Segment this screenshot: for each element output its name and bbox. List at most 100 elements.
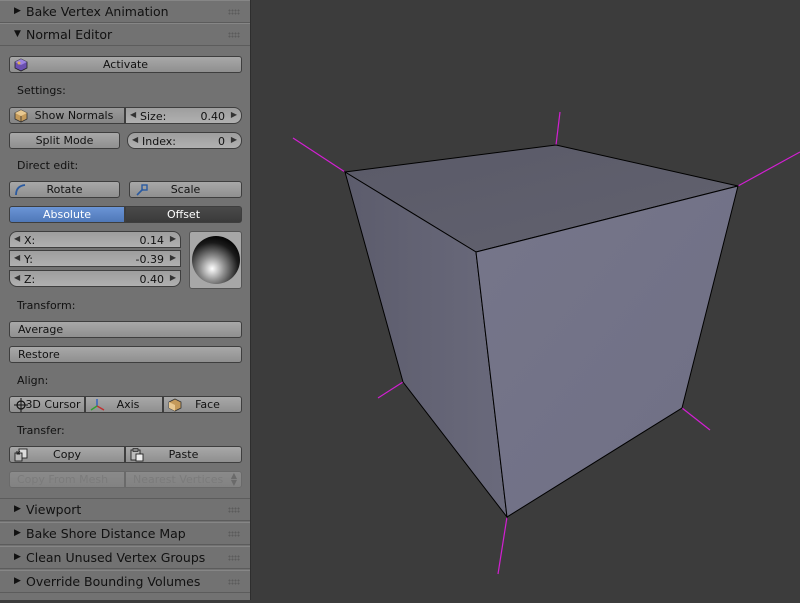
vector-x-field[interactable]: ◀ X: 0.14 ▶	[9, 231, 181, 248]
rotate-button[interactable]: Rotate	[9, 181, 120, 198]
align-axis-button[interactable]: Axis	[85, 396, 163, 413]
increment-arrow-icon[interactable]: ▶	[170, 273, 176, 282]
paste-label: Paste	[168, 448, 199, 461]
size-label: Size:	[140, 110, 167, 123]
copy-label: Copy	[53, 448, 81, 461]
drag-grip-icon[interactable]	[228, 507, 240, 513]
transfer-mode-value: Nearest Vertices	[133, 473, 224, 486]
panel-title: Override Bounding Volumes	[26, 574, 201, 589]
dropdown-updown-icon: ▲ ▼	[230, 471, 237, 487]
normal-line	[292, 137, 346, 173]
decrement-arrow-icon[interactable]: ◀	[14, 253, 20, 262]
panel-title: Clean Unused Vertex Groups	[26, 550, 206, 565]
axis-icon	[90, 398, 105, 412]
normal-line	[555, 111, 561, 146]
rotate-label: Rotate	[46, 183, 83, 196]
decrement-arrow-icon[interactable]: ◀	[132, 135, 138, 144]
x-value: 0.14	[139, 234, 165, 247]
copy-from-mesh-label: Copy From Mesh	[17, 473, 109, 486]
show-normals-label: Show Normals	[34, 109, 114, 122]
vector-z-field[interactable]: ◀ Z: 0.40 ▶	[9, 270, 181, 287]
cube-icon	[14, 109, 28, 123]
cursor-3d-label: 3D Cursor	[25, 398, 81, 411]
paste-button[interactable]: Paste	[125, 446, 242, 463]
decrement-arrow-icon[interactable]: ◀	[14, 273, 20, 282]
align-face-button[interactable]: Face	[163, 396, 242, 413]
scale-button[interactable]: Scale	[129, 181, 242, 198]
y-label: Y:	[24, 253, 33, 266]
drag-grip-icon[interactable]	[228, 531, 240, 537]
drag-grip-icon[interactable]	[228, 555, 240, 561]
size-field[interactable]: ◀ Size: 0.40 ▶	[125, 107, 242, 124]
activate-button[interactable]: Activate	[9, 56, 242, 73]
increment-arrow-icon[interactable]: ▶	[170, 234, 176, 243]
paste-icon	[130, 448, 144, 462]
copy-icon	[14, 448, 28, 462]
normal-line	[681, 407, 711, 431]
average-button[interactable]: Average	[9, 321, 242, 338]
panel-header-bake-shore-distance-map[interactable]: ▶ Bake Shore Distance Map	[0, 522, 250, 545]
z-value: 0.40	[139, 273, 165, 286]
decrement-arrow-icon[interactable]: ◀	[130, 110, 136, 119]
index-field[interactable]: ◀ Index: 0 ▶	[127, 132, 242, 149]
increment-arrow-icon[interactable]: ▶	[170, 253, 176, 262]
collapsed-arrow-icon: ▶	[14, 528, 21, 538]
copy-button[interactable]: Copy	[9, 446, 125, 463]
panel-header-override-bounding-volumes[interactable]: ▶ Override Bounding Volumes	[0, 570, 250, 593]
3d-viewport[interactable]	[251, 0, 800, 600]
settings-label: Settings:	[17, 84, 66, 97]
increment-arrow-icon[interactable]: ▶	[231, 110, 237, 119]
normal-direction-ball[interactable]	[189, 231, 242, 289]
collapsed-arrow-icon: ▶	[14, 552, 21, 562]
x-label: X:	[24, 234, 36, 247]
offset-toggle[interactable]: Offset	[125, 206, 242, 223]
panel-header-viewport[interactable]: ▶ Viewport	[0, 498, 250, 521]
z-label: Z:	[24, 273, 36, 286]
restore-label: Restore	[18, 348, 60, 361]
vector-y-field[interactable]: ◀ Y: -0.39 ▶	[9, 250, 181, 267]
index-value: 0	[218, 135, 225, 148]
drag-grip-icon[interactable]	[228, 32, 240, 38]
normal-line	[737, 151, 800, 187]
panel-header-bake-vertex-animation[interactable]: ▶ Bake Vertex Animation	[0, 0, 250, 23]
scale-icon	[134, 183, 148, 197]
restore-button[interactable]: Restore	[9, 346, 242, 363]
drag-grip-icon[interactable]	[228, 9, 240, 15]
transfer-label: Transfer:	[17, 424, 65, 437]
absolute-toggle[interactable]: Absolute	[9, 206, 125, 223]
cube-purple-icon	[14, 58, 28, 72]
show-normals-toggle[interactable]: Show Normals	[9, 107, 125, 124]
copy-from-mesh-button[interactable]: Copy From Mesh	[9, 471, 125, 488]
align-3d-cursor-button[interactable]: 3D Cursor	[9, 396, 85, 413]
average-label: Average	[18, 323, 64, 336]
split-mode-label: Split Mode	[35, 134, 94, 147]
direct-edit-label: Direct edit:	[17, 159, 79, 172]
split-mode-button[interactable]: Split Mode	[9, 132, 120, 149]
scale-label: Scale	[170, 183, 201, 196]
face-label: Face	[195, 398, 220, 411]
axis-label: Axis	[116, 398, 140, 411]
collapsed-arrow-icon: ▶	[14, 576, 21, 586]
transfer-mode-dropdown[interactable]: Nearest Vertices ▲ ▼	[125, 471, 242, 488]
normal-line	[377, 381, 404, 399]
decrement-arrow-icon[interactable]: ◀	[14, 234, 20, 243]
collapsed-arrow-icon: ▶	[14, 6, 21, 16]
normal-line	[497, 516, 508, 575]
index-label: Index:	[142, 135, 176, 148]
align-label: Align:	[17, 374, 49, 387]
viewport-canvas[interactable]	[251, 0, 800, 600]
collapsed-arrow-icon: ▶	[14, 504, 21, 514]
size-value: 0.40	[200, 110, 226, 123]
absolute-label: Absolute	[42, 208, 92, 221]
panel-title: Bake Shore Distance Map	[26, 526, 186, 541]
panel-header-clean-unused-vertex-groups[interactable]: ▶ Clean Unused Vertex Groups	[0, 546, 250, 569]
crosshair-icon	[14, 398, 28, 412]
panel-title: Viewport	[26, 502, 82, 517]
expanded-arrow-icon: ▼	[14, 29, 21, 39]
transform-label: Transform:	[17, 299, 76, 312]
rotate-arc-icon	[14, 183, 28, 197]
increment-arrow-icon[interactable]: ▶	[231, 135, 237, 144]
panel-header-normal-editor[interactable]: ▼ Normal Editor	[0, 23, 250, 46]
offset-label: Offset	[166, 208, 201, 221]
drag-grip-icon[interactable]	[228, 579, 240, 585]
